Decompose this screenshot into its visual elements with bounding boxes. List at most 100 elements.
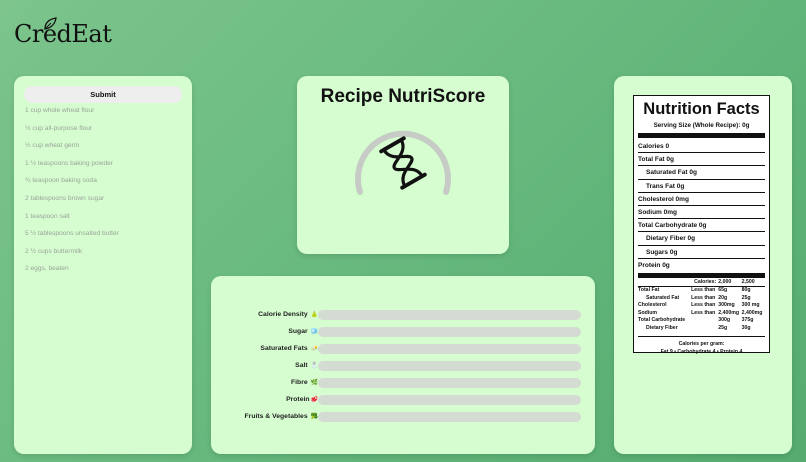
score-gauge [355, 130, 451, 195]
dv-cell: Less than [691, 294, 716, 301]
bar-row-sugar: Sugar 🧊 [211, 326, 595, 337]
cholesterol-row: Cholesterol 0mg [638, 193, 765, 206]
bar-row-calorie-density: Calorie Density 🍐 [211, 309, 595, 320]
ingredient-item[interactable]: 2 ½ cups buttermilk [25, 246, 119, 264]
calorie-density-bar [318, 310, 581, 320]
total-carbohydrate-row: Total Carbohydrate 0g [638, 219, 765, 233]
bar-label: Fruits & Vegetables [244, 413, 308, 420]
dv-cell: Calories: [691, 278, 719, 288]
bar-row-protein: Protein🥩 [211, 394, 595, 405]
dv-cell: 375g [741, 317, 754, 324]
table-row: Total Fat Less than 65g 80g [638, 287, 765, 295]
total-fat-row: Total Fat 0g [638, 153, 765, 167]
salt-icon: 🧂 [310, 363, 318, 369]
dv-cell: Total Fat [638, 287, 660, 294]
dv-cell: Less than [691, 302, 716, 309]
table-row: Dietary Fiber 25g 30g [638, 325, 765, 333]
dv-cell: 30g [741, 324, 751, 331]
dv-cell: Total Carbohydrate [638, 317, 686, 324]
table-row: Saturated Fat Less than 20g 25g [638, 295, 765, 303]
dv-cell: Sodium [638, 309, 658, 316]
bar-row-salt: Salt 🧂 [211, 360, 595, 371]
nutrition-facts-panel: Nutrition Facts Serving Size (Whole Reci… [614, 76, 792, 454]
saturated-fats-bar [318, 344, 581, 354]
dietary-fiber-row: Dietary Fiber 0g [638, 232, 765, 246]
calories-per-gram-values: Fat 9 • Carbohydrate 4 • Protein 4 [660, 349, 743, 356]
bar-row-fibre: Fibre 🌿 [211, 377, 595, 388]
ingredients-panel: Submit 1 cup whole wheat flour ½ cup all… [14, 76, 192, 454]
nutriscore-panel: Recipe NutriScore [297, 76, 509, 254]
butter-icon: 🧈 [310, 346, 318, 352]
ingredient-item[interactable]: 1 cup whole wheat flour [25, 105, 119, 123]
table-row: Sodium Less than 2,400mg 2,400mg [638, 310, 765, 318]
table-row: Cholesterol Less than 300mg 300 mg [638, 302, 765, 310]
dv-cell: 65g [718, 287, 728, 294]
dv-cell: 2,400mg [718, 309, 740, 316]
nutriscore-title: Recipe NutriScore [320, 86, 486, 107]
ingredient-item[interactable]: ½ cup all-purpose flour [25, 123, 119, 141]
submit-button[interactable]: Submit [24, 86, 182, 103]
bar-label: Saturated Fats [260, 345, 308, 352]
sodium-row: Sodium 0mg [638, 206, 765, 220]
protein-bar [318, 395, 581, 405]
protein-row: Protein 0g [638, 261, 670, 269]
dv-cell: Less than [691, 287, 716, 294]
nutrition-facts-label: Nutrition Facts Serving Size (Whole Reci… [633, 95, 770, 356]
dv-cell: Saturated Fat [646, 294, 680, 301]
ingredient-item[interactable]: ½ cup wheat germ [25, 140, 119, 158]
dv-cell: Dietary Fiber [646, 324, 678, 331]
thick-divider [638, 272, 765, 278]
dv-cell: 2,500 [741, 278, 765, 288]
daily-values-header: Calories: 2,000 2,500 [638, 278, 765, 288]
sugars-row: Sugars 0g [638, 246, 765, 259]
dv-cell [638, 278, 692, 288]
nutrient-bars-panel: Calorie Density 🍐 Sugar 🧊 Saturated Fats… [211, 276, 595, 454]
credeat-logo: CredEat [14, 17, 134, 52]
sugar-cube-icon: 🧊 [310, 329, 318, 335]
calories-per-gram: Calories per gram: Fat 9 • Carbohydrate … [638, 336, 765, 356]
dv-cell: 300g [718, 317, 731, 324]
daily-values-table: Calories: 2,000 2,500 Total Fat Less tha… [638, 278, 765, 333]
herb-icon: 🌿 [310, 380, 318, 386]
ingredient-item[interactable]: ¾ teaspoon baking soda [25, 175, 119, 193]
dv-cell: 300mg [718, 302, 735, 309]
leaf-icon [44, 17, 57, 30]
dv-cell: 300 mg [741, 302, 760, 309]
calories-row: Calories 0 [638, 140, 765, 154]
bar-row-saturated-fats: Saturated Fats 🧈 [211, 343, 595, 354]
broccoli-icon: 🥦 [310, 414, 318, 420]
ingredient-item[interactable]: 1 ½ teaspoons baking powder [25, 158, 119, 176]
ingredient-list: 1 cup whole wheat flour ½ cup all-purpos… [25, 105, 119, 281]
ingredient-item[interactable]: 2 tablespoons brown sugar [25, 193, 119, 211]
hourglass-icon [379, 136, 427, 190]
ingredient-item[interactable]: 5 ½ tablespoons unsalted butter [25, 228, 119, 246]
bar-label: Protein [286, 396, 310, 403]
pear-icon: 🍐 [310, 312, 318, 318]
dv-cell: 80g [741, 287, 751, 294]
fibre-bar [318, 378, 581, 388]
dv-cell: Cholesterol [638, 302, 667, 309]
calories-per-gram-label: Calories per gram: [678, 341, 725, 348]
table-row: Total Carbohydrate 300g 375g [638, 317, 765, 325]
dv-cell: 20g [718, 294, 728, 301]
bar-label: Fibre [291, 379, 308, 386]
saturated-fat-row: Saturated Fat 0g [638, 166, 765, 180]
serving-size: Serving Size (Whole Recipe): 0g [653, 122, 750, 129]
bar-row-fruits-vegetables: Fruits & Vegetables 🥦 [211, 411, 595, 422]
sugar-bar [318, 327, 581, 337]
dv-cell: 25g [741, 294, 751, 301]
trans-fat-row: Trans Fat 0g [638, 180, 765, 193]
ingredient-item[interactable]: 2 eggs, beaten [25, 263, 119, 281]
bar-label: Sugar [288, 328, 308, 335]
ingredient-item[interactable]: 1 teaspoon salt [25, 211, 119, 229]
fruits-vegetables-bar [318, 412, 581, 422]
dv-cell: 25g [718, 324, 728, 331]
dv-cell: 2,400mg [741, 309, 763, 316]
meat-icon: 🥩 [310, 397, 318, 403]
salt-bar [318, 361, 581, 371]
bar-label: Salt [295, 362, 308, 369]
dv-cell [691, 325, 718, 333]
dv-cell [691, 317, 718, 325]
logo-text: CredEat [14, 20, 112, 48]
thick-divider [638, 133, 765, 138]
